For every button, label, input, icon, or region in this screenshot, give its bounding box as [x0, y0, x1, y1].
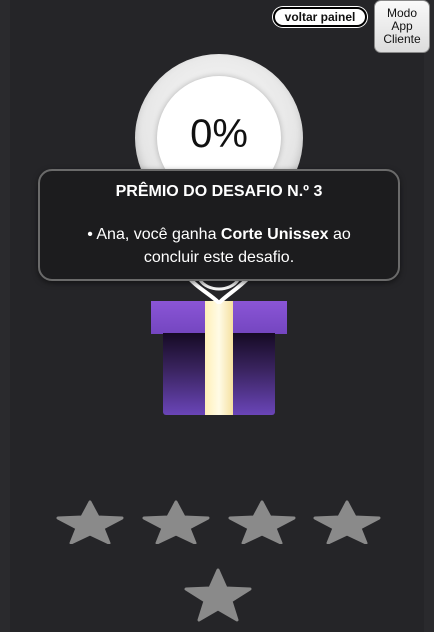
star-icon [313, 500, 381, 544]
star-icon [142, 500, 210, 544]
star-icon [184, 568, 252, 622]
client-app-mode-button[interactable]: Modo App Cliente [374, 0, 430, 53]
reward-text-prefix: • Ana, você ganha [87, 226, 221, 243]
star-icon [56, 500, 124, 544]
progress-percent: 0% [190, 111, 248, 156]
reward-tooltip: PRÊMIO DO DESAFIO N.º 3 • Ana, você ganh… [38, 169, 400, 281]
back-to-panel-button[interactable]: voltar painel [273, 7, 367, 27]
gift-ribbon [205, 301, 233, 415]
reward-name: Corte Unissex [220, 226, 329, 243]
reward-title: PRÊMIO DO DESAFIO N.º 3 [115, 183, 323, 200]
star-icon [228, 500, 296, 544]
reward-description: • Ana, você ganha Corte Unissex ao concl… [60, 223, 378, 269]
